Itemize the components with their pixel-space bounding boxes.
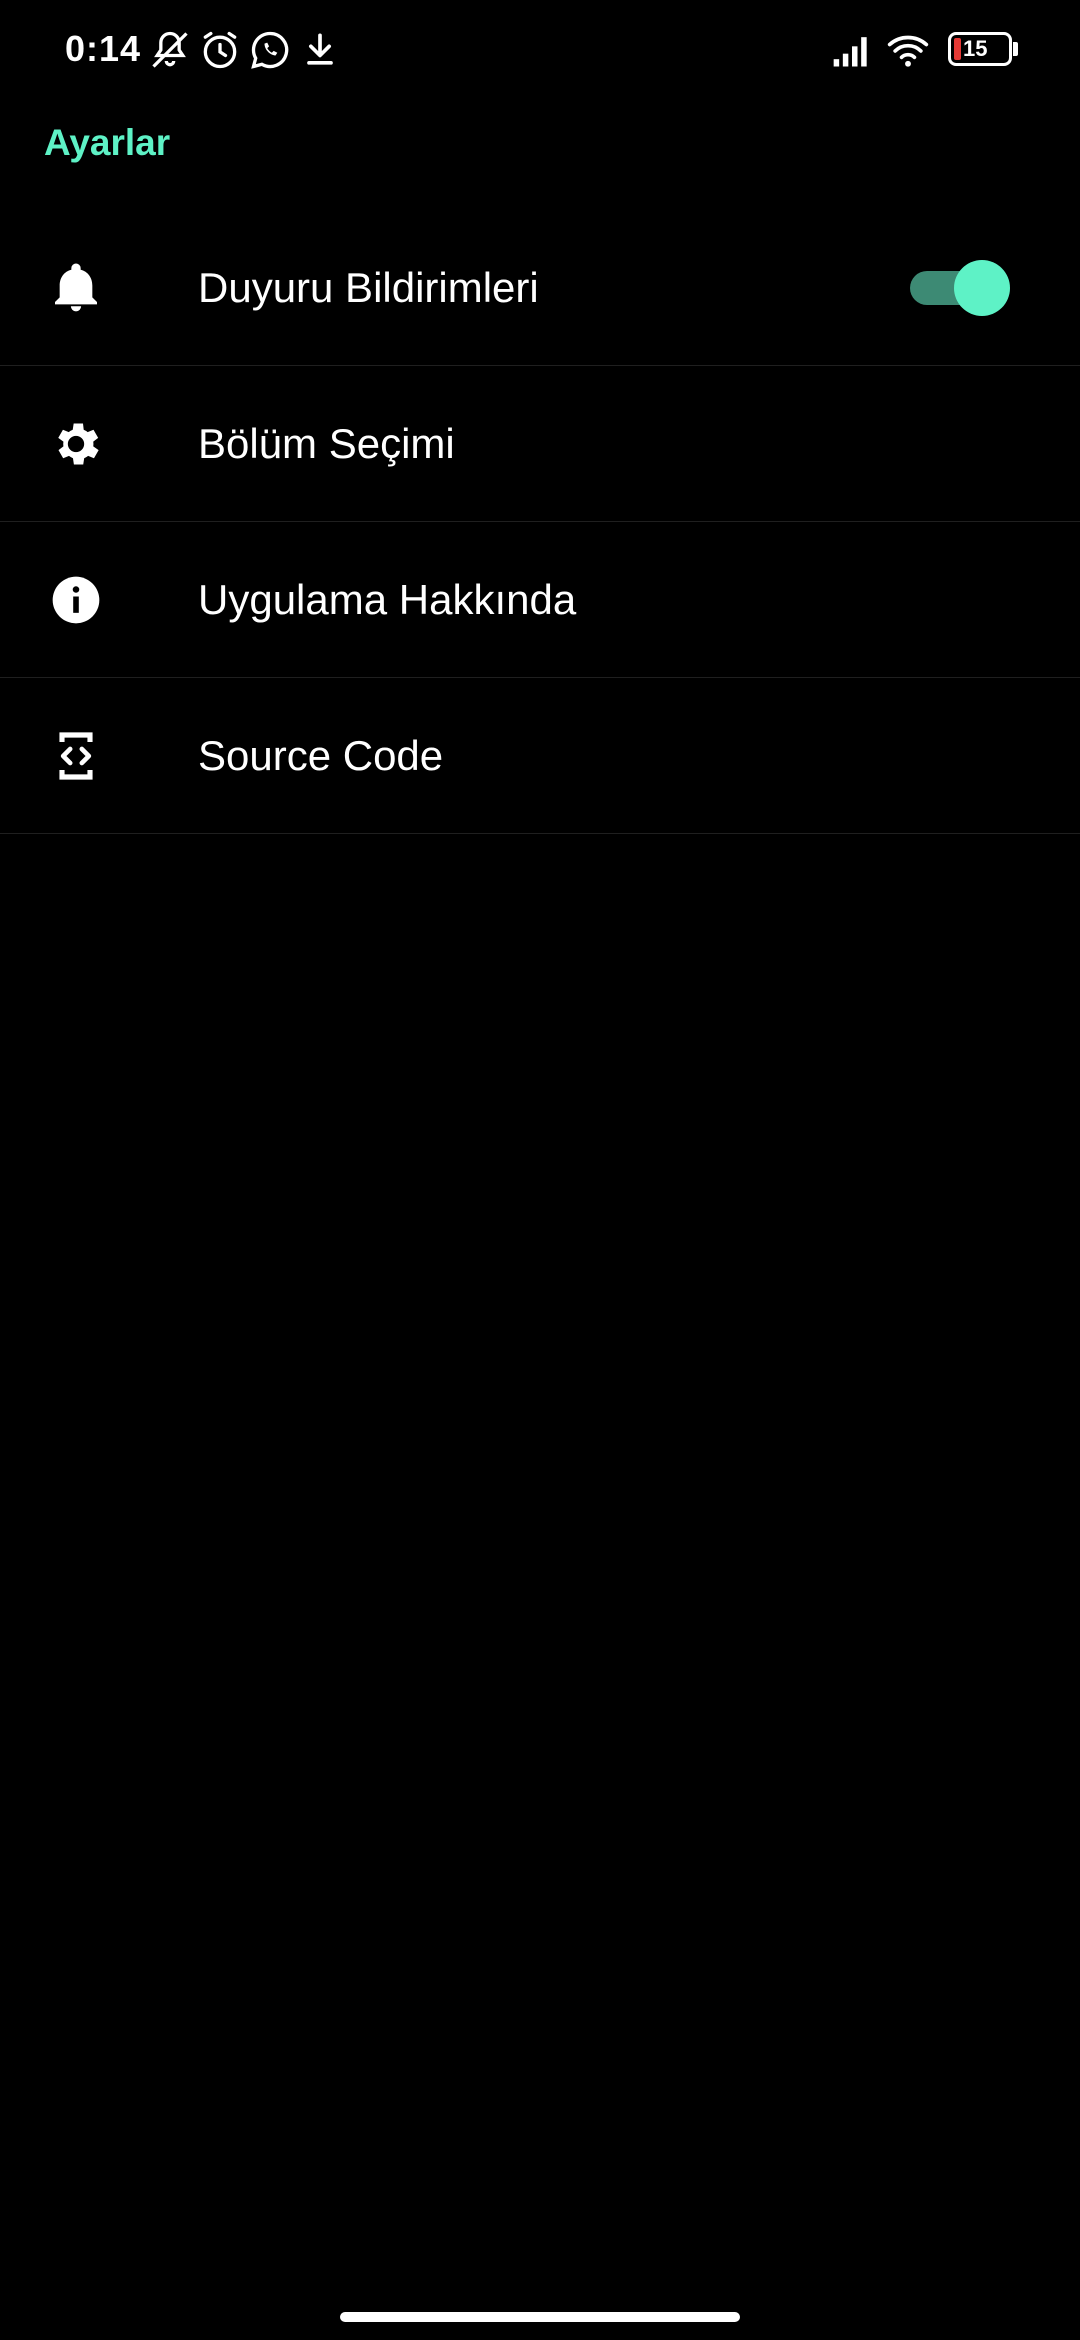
bell-icon bbox=[55, 263, 97, 311]
status-time: 0:14 bbox=[65, 28, 142, 69]
settings-list: Duyuru Bildirimleri Bölüm Seçimi Uygulam… bbox=[0, 210, 1080, 834]
settings-item-label: Source Code bbox=[198, 731, 444, 779]
settings-item-label: Duyuru Bildirimleri bbox=[198, 263, 539, 311]
settings-item-label: Uygulama Hakkında bbox=[198, 575, 577, 623]
whatsapp-icon bbox=[251, 31, 289, 69]
download-icon bbox=[307, 33, 333, 65]
wifi-icon bbox=[887, 35, 929, 67]
status-bar: 0:14 15 bbox=[0, 0, 1080, 100]
muted-bell-icon bbox=[152, 31, 188, 68]
settings-item-department[interactable]: Bölüm Seçimi bbox=[0, 366, 1080, 522]
battery-level: 15 bbox=[963, 36, 988, 61]
source-code-icon bbox=[59, 731, 93, 780]
battery-cap bbox=[1013, 42, 1018, 56]
signal-icon bbox=[833, 37, 867, 67]
settings-item-source-code[interactable]: Source Code bbox=[0, 678, 1080, 834]
settings-item-about[interactable]: Uygulama Hakkında bbox=[0, 522, 1080, 678]
notifications-toggle[interactable] bbox=[908, 259, 1010, 316]
alarm-icon bbox=[203, 31, 237, 69]
page-title: Ayarlar bbox=[44, 122, 171, 163]
settings-item-notifications[interactable]: Duyuru Bildirimleri bbox=[0, 210, 1080, 366]
info-icon bbox=[52, 576, 100, 623]
battery-fill bbox=[954, 38, 961, 60]
battery-icon: 15 bbox=[948, 32, 1012, 66]
settings-item-label: Bölüm Seçimi bbox=[198, 419, 455, 467]
gear-icon bbox=[58, 422, 99, 465]
toggle-thumb bbox=[954, 259, 1010, 316]
home-indicator[interactable] bbox=[340, 2312, 740, 2322]
